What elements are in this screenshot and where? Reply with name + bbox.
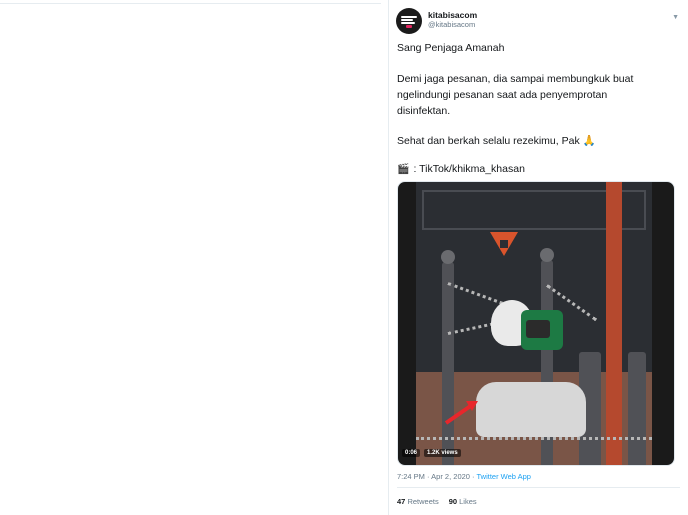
video-player[interactable]: 0:06 1.2K views [397, 181, 675, 466]
tweet-text-line-4: disinfektan. [397, 105, 451, 117]
like-count[interactable]: 90 [449, 497, 457, 506]
credit-text: : TikTok/khikma_khasan [413, 163, 525, 175]
like-label[interactable]: Likes [459, 497, 477, 506]
tweet-card[interactable]: kitabisacom @kitabisacom ▼ Sang Penjaga … [389, 0, 688, 515]
chevron-down-icon[interactable]: ▼ [672, 14, 679, 21]
retweet-count[interactable]: 47 [397, 497, 405, 506]
tweet-stats: 47 Retweets 90 Likes [397, 497, 477, 506]
tweet-meta: 7:24 PM · Apr 2, 2020 · Twitter Web App [397, 472, 531, 481]
tweet-text-line-3: ngelindungi pesanan saat ada penyemprota… [397, 89, 608, 101]
feed-top-divider [0, 3, 381, 4]
tweet-header: kitabisacom @kitabisacom ▼ [396, 8, 681, 36]
van-logo-icon [490, 232, 518, 256]
avatar[interactable] [396, 8, 422, 34]
tweet-text-line-5: Sehat dan berkah selalu rezekimu, Pak 🙏 [397, 134, 596, 147]
video-frame[interactable] [416, 182, 652, 465]
scooter [476, 382, 586, 437]
video-duration: 0:06 [402, 449, 421, 457]
logo-accent-icon [406, 25, 412, 28]
tweet-text-line-2: Demi jaga pesanan, dia sampai membungkuk… [397, 73, 634, 85]
tweet-text-line-1: Sang Penjaga Amanah [397, 42, 505, 54]
tweet-credit-line: 🎬: TikTok/khikma_khasan [397, 163, 525, 175]
source-app-link[interactable]: Twitter Web App [477, 472, 531, 481]
tweet-text-line-5-text: Sehat dan berkah selalu rezekimu, Pak [397, 135, 580, 147]
retweet-label[interactable]: Retweets [407, 497, 438, 506]
meta-divider [397, 487, 680, 488]
display-name[interactable]: kitabisacom [428, 10, 477, 20]
video-views: 1.2K views [424, 449, 461, 457]
folded-hands-emoji: 🙏 [582, 135, 596, 147]
red-arrow-icon [444, 401, 478, 425]
user-handle[interactable]: @kitabisacom [428, 20, 475, 29]
tweet-timestamp[interactable]: 7:24 PM · Apr 2, 2020 · [397, 472, 477, 481]
clapper-board-icon: 🎬 [397, 164, 410, 175]
